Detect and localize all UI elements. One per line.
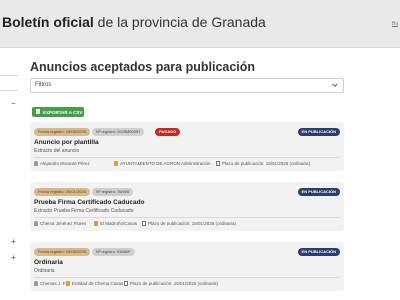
sidebar-divider: [0, 90, 18, 91]
organization-name: AYUNTAMIENTO DE AGRON Administración: [120, 161, 211, 166]
announcement-card[interactable]: Fecha registro: 15/06/2025 Nº registro: …: [30, 122, 344, 171]
registration-date-badge: Fecha registro: 15/06/2025: [34, 128, 90, 136]
sidebar: − + +: [0, 48, 22, 300]
announcement-title[interactable]: Prueba Firma Certificado Caducado: [34, 199, 145, 206]
chevron-down-icon: [332, 83, 338, 87]
publication-deadline: Plazo de publicación: 15/01/2026 (ordina…: [222, 161, 311, 166]
announcement-title[interactable]: Ordinaria: [34, 259, 63, 266]
page-title: Anuncios aceptados para publicación: [30, 60, 256, 74]
card-divider: [34, 157, 340, 158]
announcement-excerpt: Extracto Prueba Firma Certificado Caduca…: [34, 208, 134, 214]
main-content: Anuncios aceptados para publicación Filt…: [30, 48, 400, 300]
announcement-title[interactable]: Anuncio por plantilla: [34, 139, 99, 146]
card-divider: [34, 277, 340, 278]
person-icon: [34, 221, 38, 226]
publication-status-badge: EN PUBLICACIÓN: [297, 128, 340, 136]
filters-label: Filtros: [35, 82, 52, 88]
announcement-card[interactable]: Fecha registro: 03/06/2025 Nº registro: …: [30, 242, 344, 291]
publication-status-badge: EN PUBLICACIÓN: [297, 188, 340, 196]
registration-date-badge: Fecha registro: 03/06/2025: [34, 248, 90, 256]
paid-status-badge: PAGADO: [155, 128, 181, 136]
sidebar-collapse-toggle[interactable]: −: [11, 100, 16, 108]
sidebar-expand-toggle[interactable]: +: [11, 238, 16, 246]
card-divider: [34, 217, 340, 218]
site-header: Boletín oficial de la provincia de Grana…: [0, 0, 400, 48]
organization-name: Entidad de Chema Casas: [72, 281, 124, 286]
registry-number-badge: Nº registro: 2025M00057: [92, 128, 145, 136]
calendar-icon: [124, 281, 128, 286]
author-name: Alejandro Morante Pérez: [40, 161, 90, 166]
registry-number-badge: Nº registro: 76/090: [92, 188, 134, 196]
export-csv-label: EXPORTAR A CSV: [43, 109, 83, 115]
organization-name: El Madroño/Casas: [100, 221, 138, 226]
publication-status-badge: EN PUBLICACIÓN: [297, 248, 340, 256]
author-name: Chema Jiménez Flores: [40, 221, 87, 226]
file-icon: [36, 109, 40, 114]
folder-icon: [66, 281, 70, 286]
publication-deadline: Plazo de publicación: 15/01/2026 (ordina…: [130, 281, 219, 286]
publication-deadline: Plazo de publicación: 15/01/2026 (ordina…: [148, 221, 237, 226]
announcement-excerpt: Extracto del anuncio: [34, 148, 80, 154]
folder-icon: [94, 221, 98, 226]
site-title[interactable]: Boletín oficial de la provincia de Grana…: [2, 14, 266, 30]
calendar-icon: [142, 221, 146, 226]
header-link[interactable]: Bu: [392, 21, 400, 27]
person-icon: [34, 281, 38, 286]
announcement-card[interactable]: Fecha registro: 29/01/2026 Nº registro: …: [30, 182, 344, 231]
sidebar-expand-toggle[interactable]: +: [11, 254, 16, 262]
author-name: Chemas J. F.: [40, 281, 67, 286]
sidebar-divider: [0, 75, 18, 76]
registry-number-badge: Nº registro: 93680F: [92, 248, 135, 256]
filters-dropdown[interactable]: Filtros: [30, 78, 344, 93]
registration-date-badge: Fecha registro: 29/01/2026: [34, 188, 90, 196]
announcement-excerpt: Ordinaria: [34, 268, 55, 274]
person-icon: [34, 161, 38, 166]
site-title-bold: Boletín oficial: [2, 14, 94, 30]
folder-icon: [114, 161, 118, 166]
calendar-icon: [216, 161, 220, 166]
site-title-rest: de la provincia de Granada: [93, 14, 266, 30]
export-csv-button[interactable]: EXPORTAR A CSV: [32, 107, 84, 117]
